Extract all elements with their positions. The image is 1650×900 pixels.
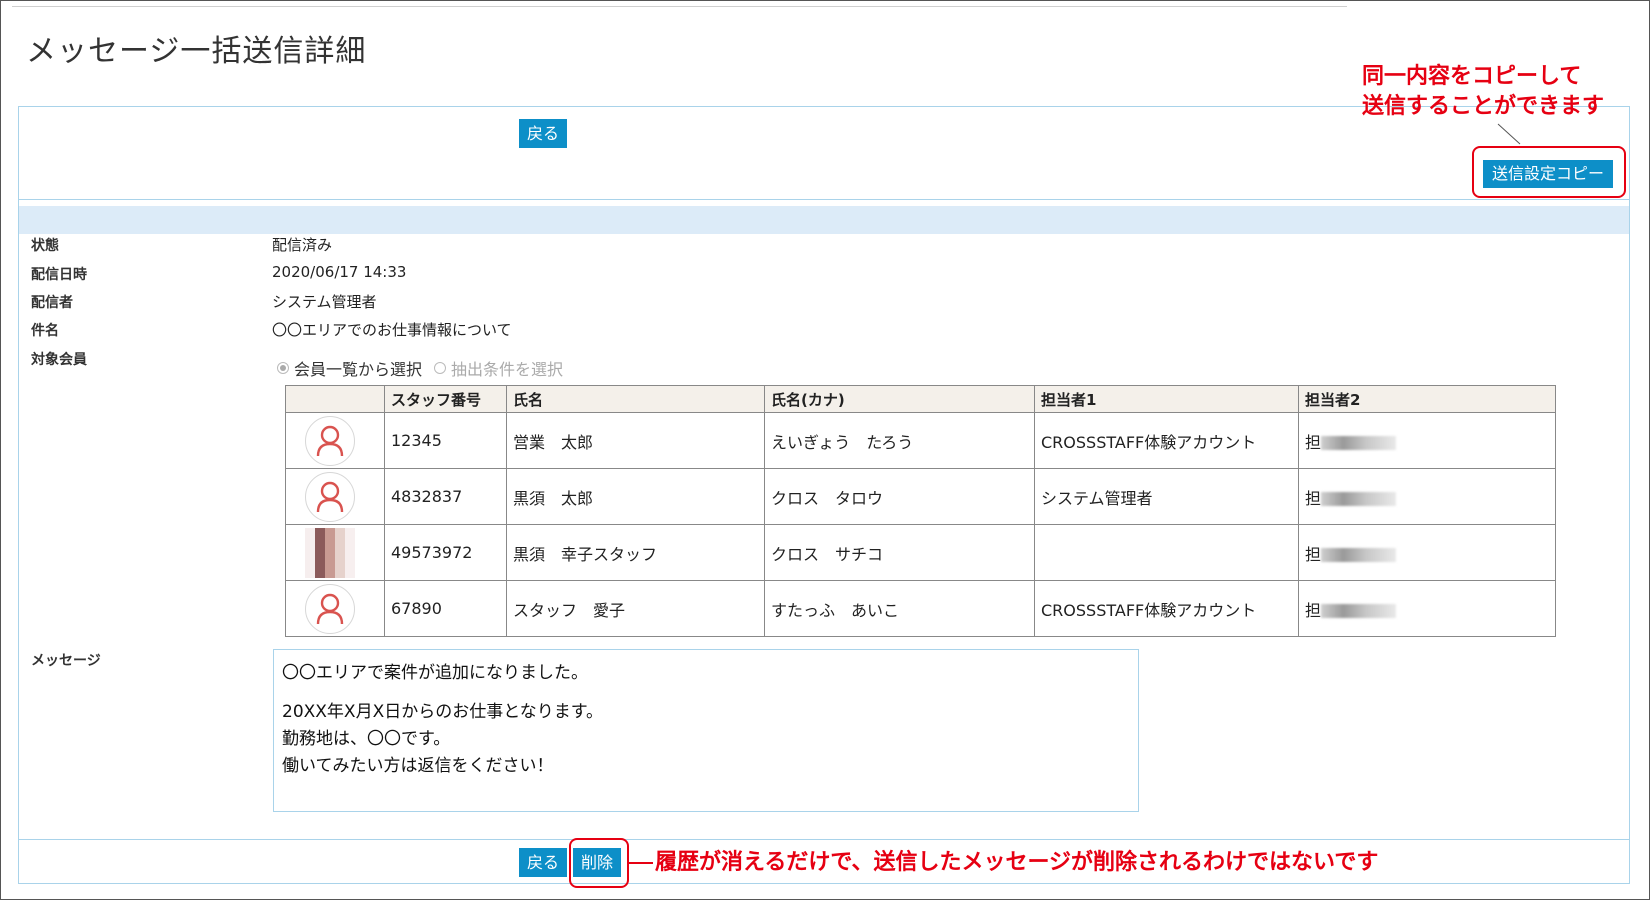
date-label: 配信日時 [31, 267, 87, 283]
radio-list-label: 会員一覧から選択 [294, 360, 423, 379]
copy-annotation-line1: 同一内容をコピーして [1362, 64, 1582, 89]
message-line: 20XX年X月X日からのお仕事となります。 [282, 702, 604, 722]
delete-button[interactable]: 削除 [573, 848, 622, 877]
radio-filter-select[interactable] [434, 362, 447, 374]
target-label: 対象会員 [31, 352, 87, 368]
redacted-blur [1321, 604, 1397, 618]
cell-kana: クロス サチコ [764, 524, 1035, 581]
cell-name: 営業 太郎 [506, 412, 765, 469]
cell-manager2: 担 [1305, 432, 1322, 452]
col-header-manager2: 担当者2 [1298, 385, 1556, 413]
message-line: 働いてみたい方は返信をください！ [282, 756, 554, 776]
radio-filter-label: 抽出条件を選択 [451, 360, 564, 379]
copy-annotation: 同一内容をコピーして 送信することができます [1362, 62, 1604, 122]
cell-kana: えいぎょう たろう [764, 412, 1035, 469]
cell-staff-id: 49573972 [384, 524, 507, 581]
user-icon [316, 425, 344, 456]
sender-value: システム管理者 [272, 293, 377, 311]
copy-annotation-line2: 送信することができます [1362, 94, 1605, 119]
cell-staff-id: 4832837 [384, 468, 507, 525]
back-button-bottom[interactable]: 戻る [519, 848, 568, 877]
page-title: メッセージ一括送信詳細 [26, 34, 367, 69]
delete-annotation: 履歴が消えるだけで、送信したメッセージが削除されるわけではないです [655, 850, 1379, 875]
table-row: 12345 営業 太郎 えいぎょう たろう CROSSSTAFF体験アカウント … [285, 412, 1556, 469]
user-icon [316, 481, 344, 512]
cell-staff-id: 67890 [384, 580, 507, 637]
copy-annotation-leader [1497, 123, 1521, 145]
user-icon [316, 593, 344, 624]
col-header-avatar [285, 385, 385, 413]
cell-kana: すたっふ あいこ [764, 580, 1035, 637]
radio-list-select[interactable] [277, 362, 289, 374]
table-row: 49573972 黒須 幸子スタッフ クロス サチコ 担 [285, 524, 1556, 581]
cell-manager1: システム管理者 [1034, 468, 1299, 525]
redacted-blur [1321, 436, 1397, 450]
cell-staff-id: 12345 [384, 412, 507, 469]
table-header-row: スタッフ番号 氏名 氏名(カナ) 担当者1 担当者2 [285, 385, 1556, 413]
table-row: 4832837 黒須 太郎 クロス タロウ システム管理者 担 [285, 468, 1556, 525]
info-band [19, 206, 1629, 234]
table-row: 67890 スタッフ 愛子 すたっふ あいこ CROSSSTAFF体験アカウント… [285, 580, 1556, 637]
subject-label: 件名 [31, 323, 59, 339]
members-table: スタッフ番号 氏名 氏名(カナ) 担当者1 担当者2 12345 営業 太郎 え… [285, 385, 1556, 637]
panel-divider-bottom [19, 839, 1629, 840]
cell-name: 黒須 太郎 [506, 468, 765, 525]
sender-label: 配信者 [31, 295, 73, 311]
message-line: 勤務地は、〇〇です。 [282, 729, 451, 749]
cell-kana: クロス タロウ [764, 468, 1035, 525]
col-header-kana: 氏名(カナ) [764, 385, 1035, 413]
target-radio-group: 会員一覧から選択 抽出条件を選択 [277, 356, 575, 380]
date-value: 2020/06/17 14:33 [272, 263, 407, 281]
status-value: 配信済み [272, 236, 333, 254]
col-header-staff-id: スタッフ番号 [384, 385, 507, 413]
cell-manager1 [1034, 524, 1299, 581]
cell-name: 黒須 幸子スタッフ [506, 524, 765, 581]
avatar [305, 471, 355, 522]
avatar [305, 415, 355, 466]
avatar-photo [305, 527, 355, 578]
redacted-blur [1321, 492, 1397, 506]
copy-settings-button[interactable]: 送信設定コピー [1483, 160, 1614, 188]
panel-divider-top [19, 199, 1629, 200]
message-label: メッセージ [31, 653, 101, 669]
message-line: 〇〇エリアで案件が追加になりました。 [282, 663, 588, 683]
cell-name: スタッフ 愛子 [506, 580, 765, 637]
top-rule [12, 6, 1347, 7]
redacted-blur [1321, 548, 1397, 562]
message-body: 〇〇エリアで案件が追加になりました。 20XX年X月X日からのお仕事となります。… [273, 649, 1139, 812]
cell-manager2: 担 [1305, 600, 1322, 620]
delete-annotation-leader [629, 862, 653, 864]
col-header-manager1: 担当者1 [1034, 385, 1299, 413]
cell-manager2: 担 [1305, 544, 1322, 564]
cell-manager1: CROSSSTAFF体験アカウント [1034, 580, 1299, 637]
back-button-top[interactable]: 戻る [519, 119, 568, 148]
cell-manager2: 担 [1305, 488, 1322, 508]
col-header-name: 氏名 [506, 385, 765, 413]
subject-value: 〇〇エリアでのお仕事情報について [272, 321, 512, 339]
cell-manager1: CROSSSTAFF体験アカウント [1034, 412, 1299, 469]
status-label: 状態 [31, 238, 59, 254]
avatar [305, 583, 355, 634]
